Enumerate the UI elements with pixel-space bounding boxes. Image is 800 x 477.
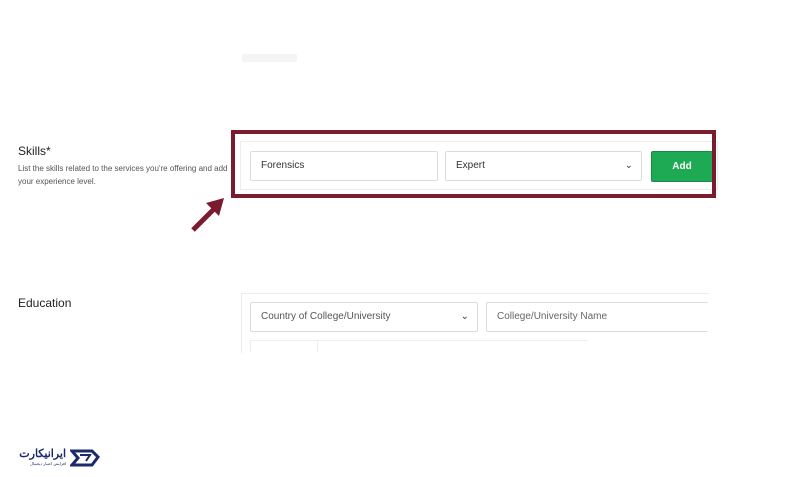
university-name-input[interactable]: College/University Name	[486, 302, 708, 332]
logo-name: ایرانیکارت	[19, 448, 66, 460]
logo-mark-icon	[70, 449, 100, 467]
arrow-icon	[191, 198, 224, 232]
skills-description: List the skills related to the services …	[18, 164, 228, 186]
logo: ایرانیکارت افزایش اعتبار دیجیتال	[8, 445, 100, 471]
chevron-down-icon: ⌄	[460, 311, 469, 322]
page: Skills* List the skills related to the s…	[0, 0, 800, 477]
country-select[interactable]: Country of College/University ⌄	[250, 302, 478, 332]
faded-heading	[242, 54, 297, 62]
education-subfield	[250, 340, 318, 352]
education-title: Education	[18, 296, 72, 310]
highlight-frame	[231, 130, 716, 198]
country-select-placeholder: Country of College/University	[261, 311, 391, 322]
logo-tagline: افزایش اعتبار دیجیتال	[30, 461, 66, 466]
education-subfield-line	[318, 340, 588, 352]
skills-title: Skills*	[18, 144, 51, 158]
skills-label-block: Skills* List the skills related to the s…	[18, 144, 228, 188]
